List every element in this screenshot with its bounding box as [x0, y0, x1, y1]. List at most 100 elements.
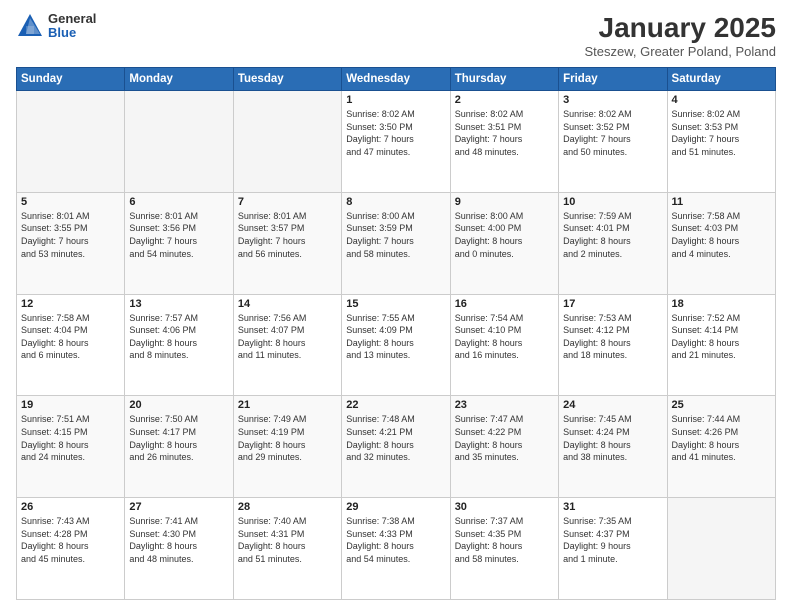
- header-saturday: Saturday: [667, 68, 775, 91]
- calendar-cell: 31Sunrise: 7:35 AM Sunset: 4:37 PM Dayli…: [559, 498, 667, 600]
- calendar-cell: 4 Sunrise: 8:02 AM Sunset: 3:53 PM Daylig…: [667, 91, 775, 193]
- calendar-cell: 3 Sunrise: 8:02 AM Sunset: 3:52 PM Daylig…: [559, 91, 667, 193]
- day-number: 23: [455, 399, 554, 411]
- day-number: 25: [672, 399, 771, 411]
- day-info: Sunrise: 7:59 AM Sunset: 4:01 PM Dayligh…: [563, 210, 662, 260]
- day-number: 9: [455, 196, 554, 208]
- calendar-cell: 23 Sunrise: 7:47 AM Sunset: 4:22 PM Dayli…: [450, 396, 558, 498]
- calendar-cell: 2 Sunrise: 8:02 AM Sunset: 3:51 PM Daylig…: [450, 91, 558, 193]
- calendar-cell: 28 Sunrise: 7:40 AM Sunset: 4:31 PM Dayli…: [233, 498, 341, 600]
- day-info: Sunrise: 7:37 AM Sunset: 4:35 PM Dayligh…: [455, 515, 554, 565]
- header-monday: Monday: [125, 68, 233, 91]
- logo-blue: Blue: [48, 26, 96, 40]
- day-number: 24: [563, 399, 662, 411]
- day-number: 22: [346, 399, 445, 411]
- day-number: 15: [346, 298, 445, 310]
- logo: General Blue: [16, 12, 96, 41]
- day-info: Sunrise: 8:01 AM Sunset: 3:56 PM Dayligh…: [129, 210, 228, 260]
- day-info: Sunrise: 8:00 AM Sunset: 3:59 PM Dayligh…: [346, 210, 445, 260]
- calendar-cell: 21 Sunrise: 7:49 AM Sunset: 4:19 PM Dayli…: [233, 396, 341, 498]
- day-info: Sunrise: 7:49 AM Sunset: 4:19 PM Dayligh…: [238, 413, 337, 463]
- day-number: 2: [455, 94, 554, 106]
- title-block: January 2025 Steszew, Greater Poland, Po…: [584, 12, 776, 59]
- calendar-cell: 17 Sunrise: 7:53 AM Sunset: 4:12 PM Dayli…: [559, 294, 667, 396]
- day-number: 5: [21, 196, 120, 208]
- calendar-week-0: 1 Sunrise: 8:02 AM Sunset: 3:50 PM Daylig…: [17, 91, 776, 193]
- day-info: Sunrise: 8:02 AM Sunset: 3:50 PM Dayligh…: [346, 108, 445, 158]
- header-tuesday: Tuesday: [233, 68, 341, 91]
- day-info: Sunrise: 7:52 AM Sunset: 4:14 PM Dayligh…: [672, 312, 771, 362]
- day-info: Sunrise: 7:38 AM Sunset: 4:33 PM Dayligh…: [346, 515, 445, 565]
- day-info: Sunrise: 7:56 AM Sunset: 4:07 PM Dayligh…: [238, 312, 337, 362]
- calendar-cell: 15 Sunrise: 7:55 AM Sunset: 4:09 PM Dayli…: [342, 294, 450, 396]
- day-number: 28: [238, 501, 337, 513]
- day-info: Sunrise: 8:02 AM Sunset: 3:53 PM Dayligh…: [672, 108, 771, 158]
- calendar-cell: 14Sunrise: 7:56 AM Sunset: 4:07 PM Dayli…: [233, 294, 341, 396]
- header: General Blue January 2025 Steszew, Great…: [16, 12, 776, 59]
- calendar-cell: 27 Sunrise: 7:41 AM Sunset: 4:30 PM Dayli…: [125, 498, 233, 600]
- calendar-cell: 20 Sunrise: 7:50 AM Sunset: 4:17 PM Dayli…: [125, 396, 233, 498]
- day-info: Sunrise: 7:58 AM Sunset: 4:03 PM Dayligh…: [672, 210, 771, 260]
- day-info: Sunrise: 7:53 AM Sunset: 4:12 PM Dayligh…: [563, 312, 662, 362]
- day-number: 10: [563, 196, 662, 208]
- calendar-cell: 5 Sunrise: 8:01 AM Sunset: 3:55 PM Daylig…: [17, 192, 125, 294]
- day-info: Sunrise: 7:44 AM Sunset: 4:26 PM Dayligh…: [672, 413, 771, 463]
- calendar-cell: 19 Sunrise: 7:51 AM Sunset: 4:15 PM Dayli…: [17, 396, 125, 498]
- day-number: 13: [129, 298, 228, 310]
- day-number: 27: [129, 501, 228, 513]
- day-number: 26: [21, 501, 120, 513]
- day-number: 19: [21, 399, 120, 411]
- day-number: 16: [455, 298, 554, 310]
- calendar-cell: 25 Sunrise: 7:44 AM Sunset: 4:26 PM Dayli…: [667, 396, 775, 498]
- calendar-cell: 16Sunrise: 7:54 AM Sunset: 4:10 PM Dayli…: [450, 294, 558, 396]
- day-number: 3: [563, 94, 662, 106]
- calendar-week-2: 12 Sunrise: 7:58 AM Sunset: 4:04 PM Dayli…: [17, 294, 776, 396]
- calendar-cell: 8 Sunrise: 8:00 AM Sunset: 3:59 PM Daylig…: [342, 192, 450, 294]
- calendar-cell: 22Sunrise: 7:48 AM Sunset: 4:21 PM Dayli…: [342, 396, 450, 498]
- day-number: 17: [563, 298, 662, 310]
- day-info: Sunrise: 7:47 AM Sunset: 4:22 PM Dayligh…: [455, 413, 554, 463]
- calendar-cell: 13Sunrise: 7:57 AM Sunset: 4:06 PM Dayli…: [125, 294, 233, 396]
- day-info: Sunrise: 7:50 AM Sunset: 4:17 PM Dayligh…: [129, 413, 228, 463]
- calendar-cell: 18Sunrise: 7:52 AM Sunset: 4:14 PM Dayli…: [667, 294, 775, 396]
- day-info: Sunrise: 8:02 AM Sunset: 3:52 PM Dayligh…: [563, 108, 662, 158]
- calendar-table: Sunday Monday Tuesday Wednesday Thursday…: [16, 67, 776, 600]
- calendar-cell: 12 Sunrise: 7:58 AM Sunset: 4:04 PM Dayli…: [17, 294, 125, 396]
- day-number: 1: [346, 94, 445, 106]
- day-number: 7: [238, 196, 337, 208]
- calendar-cell: 1 Sunrise: 8:02 AM Sunset: 3:50 PM Daylig…: [342, 91, 450, 193]
- day-info: Sunrise: 7:41 AM Sunset: 4:30 PM Dayligh…: [129, 515, 228, 565]
- day-info: Sunrise: 7:35 AM Sunset: 4:37 PM Dayligh…: [563, 515, 662, 565]
- day-number: 29: [346, 501, 445, 513]
- header-thursday: Thursday: [450, 68, 558, 91]
- day-info: Sunrise: 8:02 AM Sunset: 3:51 PM Dayligh…: [455, 108, 554, 158]
- day-info: Sunrise: 7:51 AM Sunset: 4:15 PM Dayligh…: [21, 413, 120, 463]
- day-info: Sunrise: 7:58 AM Sunset: 4:04 PM Dayligh…: [21, 312, 120, 362]
- calendar-cell: 10 Sunrise: 7:59 AM Sunset: 4:01 PM Dayli…: [559, 192, 667, 294]
- header-sunday: Sunday: [17, 68, 125, 91]
- calendar-subtitle: Steszew, Greater Poland, Poland: [584, 44, 776, 59]
- header-friday: Friday: [559, 68, 667, 91]
- logo-general: General: [48, 12, 96, 26]
- day-number: 20: [129, 399, 228, 411]
- calendar-week-4: 26Sunrise: 7:43 AM Sunset: 4:28 PM Dayli…: [17, 498, 776, 600]
- day-info: Sunrise: 7:55 AM Sunset: 4:09 PM Dayligh…: [346, 312, 445, 362]
- day-info: Sunrise: 8:01 AM Sunset: 3:57 PM Dayligh…: [238, 210, 337, 260]
- day-number: 4: [672, 94, 771, 106]
- weekday-header-row: Sunday Monday Tuesday Wednesday Thursday…: [17, 68, 776, 91]
- day-info: Sunrise: 7:40 AM Sunset: 4:31 PM Dayligh…: [238, 515, 337, 565]
- day-number: 8: [346, 196, 445, 208]
- day-number: 21: [238, 399, 337, 411]
- day-number: 12: [21, 298, 120, 310]
- calendar-cell: [17, 91, 125, 193]
- day-info: Sunrise: 8:00 AM Sunset: 4:00 PM Dayligh…: [455, 210, 554, 260]
- calendar-cell: 29 Sunrise: 7:38 AM Sunset: 4:33 PM Dayli…: [342, 498, 450, 600]
- day-number: 6: [129, 196, 228, 208]
- calendar-cell: 9 Sunrise: 8:00 AM Sunset: 4:00 PM Daylig…: [450, 192, 558, 294]
- calendar-cell: 30Sunrise: 7:37 AM Sunset: 4:35 PM Dayli…: [450, 498, 558, 600]
- day-info: Sunrise: 7:45 AM Sunset: 4:24 PM Dayligh…: [563, 413, 662, 463]
- calendar-cell: [667, 498, 775, 600]
- day-info: Sunrise: 8:01 AM Sunset: 3:55 PM Dayligh…: [21, 210, 120, 260]
- calendar-week-1: 5 Sunrise: 8:01 AM Sunset: 3:55 PM Daylig…: [17, 192, 776, 294]
- calendar-week-3: 19 Sunrise: 7:51 AM Sunset: 4:15 PM Dayli…: [17, 396, 776, 498]
